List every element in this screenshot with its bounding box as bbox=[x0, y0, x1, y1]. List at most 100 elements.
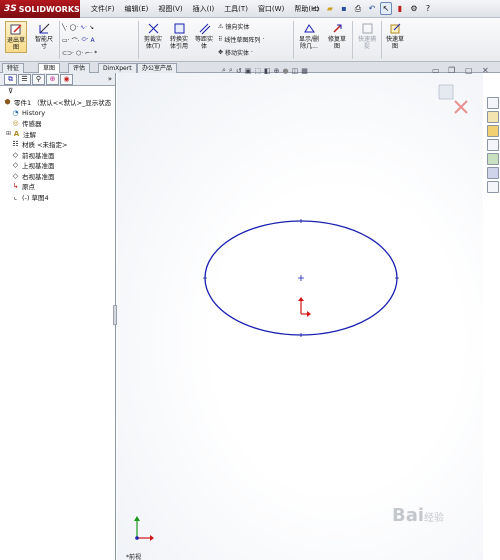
solidworks-resources-icon[interactable] bbox=[486, 97, 499, 109]
filter-icon[interactable]: ⊽ bbox=[0, 86, 115, 97]
view-orientation-icon[interactable]: ⬚ bbox=[254, 67, 261, 75]
menu-edit[interactable]: 编辑(E) bbox=[120, 3, 154, 15]
previous-view-icon[interactable]: ↺ bbox=[236, 67, 242, 75]
zoom-area-icon[interactable]: ⌕ bbox=[229, 66, 233, 75]
quick-snaps-button[interactable]: 快速捕 捉 bbox=[355, 22, 379, 50]
help-icon[interactable]: ? bbox=[422, 2, 434, 15]
mirror-label: 镜向实体 bbox=[225, 23, 250, 31]
rectangle-icon[interactable]: ▭· bbox=[62, 37, 70, 44]
smart-dim-arrow-icon[interactable]: ↘ bbox=[89, 24, 94, 31]
polygon-icon[interactable]: ⬡· bbox=[76, 50, 83, 57]
tree-root-part[interactable]: ⬢ 零件1 （默认<<默认>_显示状态 bbox=[3, 97, 115, 108]
convert-entities-button[interactable]: 转换实 体引用 bbox=[167, 22, 191, 50]
annotation-icon: A bbox=[13, 129, 20, 138]
file-explorer-icon[interactable] bbox=[486, 125, 499, 137]
sketch-tools-row-1: ╲· ◯· ∿· ↘ bbox=[62, 22, 94, 32]
linear-pattern-button[interactable]: ⠿ 线性草图阵列 · bbox=[218, 34, 264, 44]
history-icon: ◔ bbox=[12, 108, 19, 117]
menu-tools[interactable]: 工具(T) bbox=[219, 3, 253, 15]
ribbon-separator bbox=[381, 21, 382, 59]
window-minimize-icon[interactable]: ▭ bbox=[432, 66, 440, 75]
tree-item-top-plane[interactable]: ◇ 上视基准面 bbox=[3, 160, 115, 171]
menu-view[interactable]: 视图(V) bbox=[153, 3, 187, 15]
ellipse-center-point[interactable] bbox=[298, 275, 304, 281]
tree-item-history[interactable]: ◔ History bbox=[3, 108, 115, 119]
view-settings-icon[interactable]: ▦ bbox=[301, 67, 308, 75]
move-label: 移动实体 bbox=[225, 49, 250, 57]
section-view-icon[interactable]: ▣ bbox=[245, 67, 252, 75]
solidworks-window: 3S SOLIDWORKS 文件(F) 编辑(E) 视图(V) 插入(I) 工具… bbox=[0, 0, 500, 560]
tab-features[interactable]: 特征 bbox=[2, 63, 25, 73]
tree-item-sensors[interactable]: ◎ 传感器 bbox=[3, 118, 115, 129]
select-pointer-icon[interactable]: ↖ bbox=[380, 2, 392, 15]
arc-icon[interactable]: ⌒· bbox=[72, 36, 80, 45]
feature-tree-tab-icon[interactable]: ⧉ bbox=[4, 73, 17, 85]
tree-item-right-plane[interactable]: ◇ 右视基准面 bbox=[3, 171, 115, 182]
rebuild-icon[interactable]: ▮ bbox=[394, 2, 406, 15]
view-palette-icon[interactable] bbox=[486, 153, 499, 165]
tab-evaluate[interactable]: 评估 bbox=[68, 63, 91, 73]
window-tile-icon[interactable]: ▢ bbox=[465, 66, 473, 75]
menu-insert[interactable]: 插入(I) bbox=[188, 3, 220, 15]
display-delete-relations-button[interactable]: 显示/删 除几... bbox=[296, 22, 322, 50]
print-icon[interactable]: ⎙ bbox=[352, 2, 364, 15]
window-close-icon[interactable]: ✕ bbox=[482, 66, 489, 75]
tree-item-material[interactable]: ☷ 材质 <未指定> bbox=[3, 139, 115, 150]
tree-item-label: 传感器 bbox=[22, 120, 42, 129]
heads-up-view-toolbar: ⌕ ⌕ ↺ ▣ ⬚ ◧ ⊕ ● ◫ ▦ bbox=[222, 66, 308, 75]
dimxpert-tab-icon[interactable]: ⊕ bbox=[46, 73, 59, 85]
ellipse-tool-icon[interactable]: ⬭· bbox=[82, 36, 89, 44]
open-folder-icon[interactable]: ▰ bbox=[324, 2, 336, 15]
line-icon[interactable]: ╲· bbox=[62, 24, 68, 31]
dropdown-icon[interactable]: · bbox=[251, 49, 253, 56]
hide-show-icon[interactable]: ⊕ bbox=[274, 67, 280, 75]
rapid-sketch-button[interactable]: 快速草 图 bbox=[384, 22, 406, 50]
custom-properties-icon[interactable] bbox=[486, 181, 499, 193]
move-entities-button[interactable]: ✥ 移动实体 · bbox=[218, 47, 253, 57]
point-icon[interactable]: * bbox=[94, 50, 97, 57]
sketch-tools-row-3: ⊂⊃· ⬡· ⌐· * bbox=[62, 48, 97, 58]
tab-dimxpert[interactable]: DimXpert bbox=[98, 63, 137, 73]
undo-icon[interactable]: ↶ bbox=[366, 2, 378, 15]
display-style-icon[interactable]: ◧ bbox=[264, 67, 271, 75]
options-icon[interactable]: ⚙ bbox=[408, 2, 420, 15]
exit-sketch-button[interactable]: 退出草 图 bbox=[5, 21, 27, 53]
design-library-icon[interactable] bbox=[486, 111, 499, 123]
fillet-icon[interactable]: ⌐· bbox=[85, 50, 92, 57]
panel-expand-icon[interactable]: » bbox=[108, 75, 112, 83]
slot-icon[interactable]: ⊂⊃· bbox=[62, 50, 74, 57]
circle-icon[interactable]: ◯· bbox=[70, 24, 79, 31]
configuration-tab-icon[interactable]: ⚲ bbox=[32, 73, 45, 85]
smart-dimension-button[interactable]: 智能尺 寸 bbox=[33, 22, 55, 50]
tree-item-annotations[interactable]: ⊞ A 注解 bbox=[3, 129, 115, 140]
mirror-icon: ⚠ bbox=[218, 22, 224, 30]
zoom-to-fit-icon[interactable]: ⌕ bbox=[222, 66, 226, 75]
menu-file[interactable]: 文件(F) bbox=[86, 3, 120, 15]
text-icon[interactable]: A bbox=[91, 37, 95, 44]
tree-item-sketch4[interactable]: ⌞ (-) 草图4 bbox=[3, 192, 115, 203]
offset-entities-button[interactable]: 等距实 体 bbox=[193, 22, 215, 50]
solidworks-logo: 3S SOLIDWORKS bbox=[0, 0, 80, 18]
window-restore-icon[interactable]: ❐ bbox=[448, 66, 455, 75]
tree-item-front-plane[interactable]: ◇ 前视基准面 bbox=[3, 150, 115, 161]
mirror-entities-button[interactable]: ⚠ 镜向实体 bbox=[218, 21, 249, 31]
save-icon[interactable]: ▪ bbox=[338, 2, 350, 15]
display-manager-tab-icon[interactable]: ◉ bbox=[60, 73, 73, 85]
new-document-icon[interactable]: ▭ bbox=[310, 2, 322, 15]
search-icon[interactable] bbox=[486, 139, 499, 151]
scene-icon[interactable]: ◫ bbox=[292, 67, 299, 75]
tree-item-label: 材质 <未指定> bbox=[22, 141, 68, 150]
appearances-icon[interactable] bbox=[486, 167, 499, 179]
spline-icon[interactable]: ∿· bbox=[80, 24, 87, 31]
property-manager-tab-icon[interactable]: ☰ bbox=[18, 73, 31, 85]
tree-item-label: History bbox=[22, 108, 46, 117]
exit-sketch-label: 退出草 图 bbox=[7, 37, 26, 51]
tab-office-products[interactable]: 办公室产品 bbox=[137, 63, 178, 73]
appearance-icon[interactable]: ● bbox=[282, 67, 288, 75]
tree-item-origin[interactable]: ↳ 原点 bbox=[3, 181, 115, 192]
dropdown-icon[interactable]: · bbox=[262, 36, 264, 43]
menu-window[interactable]: 窗口(W) bbox=[253, 3, 289, 15]
graphics-area[interactable] bbox=[117, 73, 483, 560]
repair-sketch-button[interactable]: 修复草 图 bbox=[326, 22, 348, 50]
trim-entities-button[interactable]: 剪裁实 体(T) bbox=[141, 22, 165, 50]
